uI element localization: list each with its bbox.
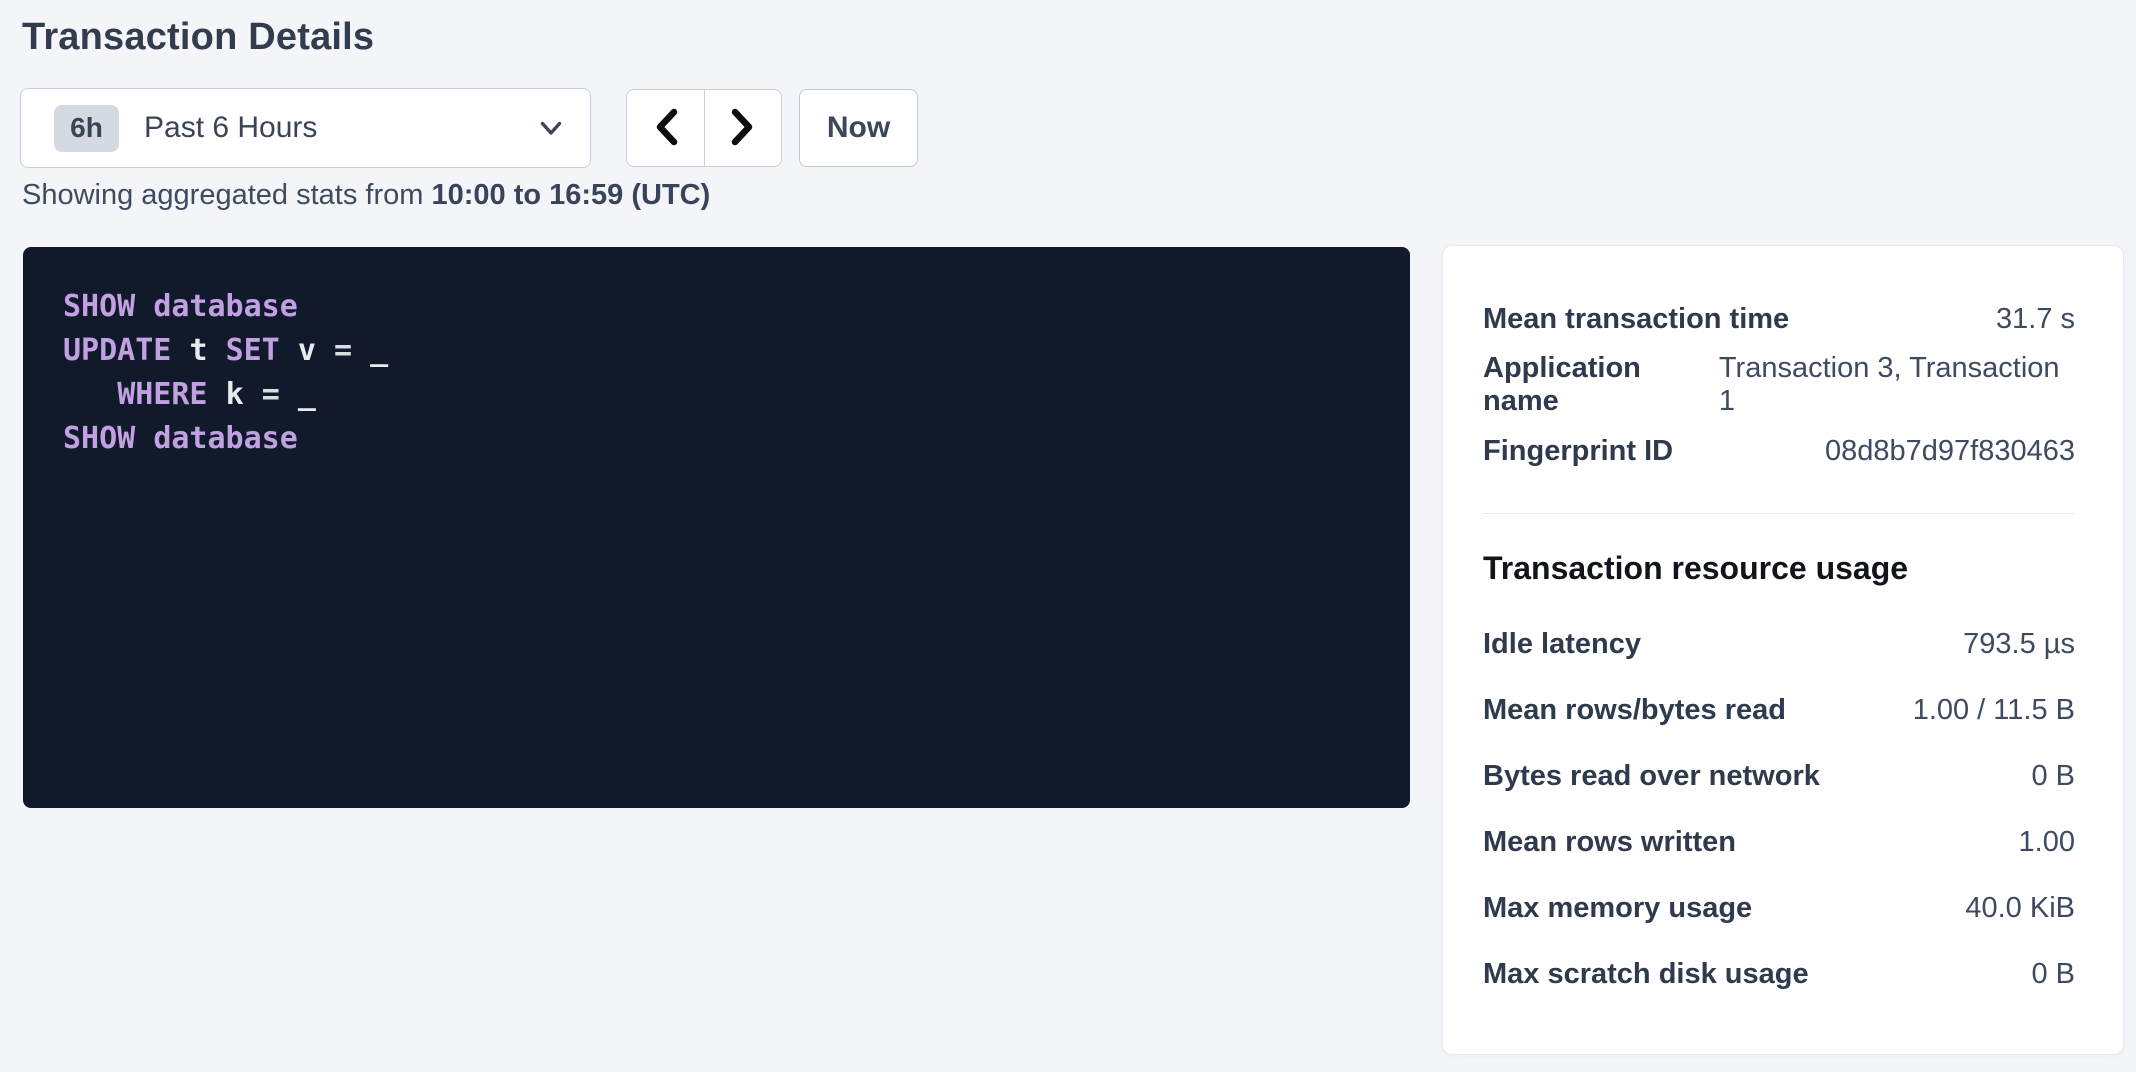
chevron-right-icon [730, 107, 756, 150]
subtitle-time-range: 10:00 to 16:59 (UTC) [431, 179, 710, 211]
sql-code-line: SHOW database [63, 285, 1380, 329]
chevron-left-icon [653, 107, 679, 150]
time-range-select[interactable]: 6h Past 6 Hours [20, 88, 591, 168]
sql-token [135, 289, 153, 324]
transaction-summary-card: Mean transaction time 31.7 s Application n… [1442, 245, 2124, 1055]
summary-row-value: 0 B [2031, 958, 2075, 991]
next-time-button[interactable] [704, 90, 781, 166]
page-title: Transaction Details [22, 16, 374, 59]
sql-token: v [298, 333, 316, 368]
summary-row-value: 08d8b7d97f830463 [1825, 435, 2075, 468]
summary-row-label: Mean rows/bytes read [1483, 694, 1786, 727]
sql-token: _ [298, 377, 316, 412]
sql-token: SHOW [63, 289, 135, 324]
summary-row-label: Application name [1483, 352, 1719, 418]
summary-row-value: 793.5 µs [1963, 628, 2075, 661]
sql-code-line: UPDATE t SET v = _ [63, 329, 1380, 373]
sql-token: UPDATE [63, 333, 171, 368]
sql-code-line: SHOW database [63, 417, 1380, 461]
chevron-down-icon [540, 121, 562, 136]
summary-row-label: Fingerprint ID [1483, 435, 1673, 468]
sql-token [280, 333, 298, 368]
summary-row-label: Mean transaction time [1483, 303, 1789, 336]
sql-token: _ [370, 333, 388, 368]
sql-token [352, 333, 370, 368]
sql-token: t [189, 333, 207, 368]
sql-statement-box: SHOW databaseUPDATE t SET v = _ WHERE k … [23, 247, 1410, 808]
card-divider [1483, 513, 2075, 514]
time-nav-group [626, 89, 782, 167]
sql-token: SHOW [63, 421, 135, 456]
summary-row: Idle latency 793.5 µs [1483, 611, 2075, 677]
sql-token: k [226, 377, 244, 412]
summary-row-label: Idle latency [1483, 628, 1641, 661]
aggregated-stats-subtitle: Showing aggregated stats from 10:00 to 1… [22, 179, 710, 212]
summary-row: Max scratch disk usage 0 B [1483, 941, 2075, 1007]
resource-usage-heading: Transaction resource usage [1483, 550, 2075, 587]
sql-code-line: WHERE k = _ [63, 373, 1380, 417]
time-range-badge: 6h [54, 105, 119, 152]
sql-token: SET [226, 333, 280, 368]
summary-row: Mean transaction time 31.7 s [1483, 286, 2075, 352]
sql-token [208, 333, 226, 368]
summary-row: Fingerprint ID 08d8b7d97f830463 [1483, 418, 2075, 484]
summary-row-label: Max memory usage [1483, 892, 1752, 925]
summary-top-rows: Mean transaction time 31.7 s Application n… [1483, 286, 2075, 484]
sql-token: database [153, 421, 298, 456]
summary-row-label: Max scratch disk usage [1483, 958, 1809, 991]
now-button[interactable]: Now [799, 89, 918, 167]
summary-row-value: 1.00 [2019, 826, 2075, 859]
summary-row-label: Mean rows written [1483, 826, 1736, 859]
sql-token: = [334, 333, 352, 368]
summary-row-value: Transaction 3, Transaction 1 [1719, 352, 2075, 418]
sql-token: = [262, 377, 280, 412]
prev-time-button[interactable] [627, 90, 704, 166]
summary-row-value: 1.00 / 11.5 B [1913, 694, 2075, 727]
summary-row: Mean rows/bytes read 1.00 / 11.5 B [1483, 677, 2075, 743]
subtitle-prefix: Showing aggregated stats from [22, 179, 431, 211]
sql-token [280, 377, 298, 412]
summary-row-value: 0 B [2031, 760, 2075, 793]
summary-row: Application nameTransaction 3, Transacti… [1483, 352, 2075, 418]
sql-token [63, 377, 117, 412]
sql-token [244, 377, 262, 412]
summary-row-label: Bytes read over network [1483, 760, 1820, 793]
sql-token [208, 377, 226, 412]
time-picker-controls: 6h Past 6 Hours Now [20, 88, 918, 168]
sql-token [171, 333, 189, 368]
summary-row-value: 31.7 s [1996, 303, 2075, 336]
summary-row: Mean rows written 1.00 [1483, 809, 2075, 875]
sql-token: database [153, 289, 298, 324]
summary-row-value: 40.0 KiB [1965, 892, 2075, 925]
summary-resource-rows: Idle latency 793.5 µs Mean rows/bytes read… [1483, 611, 2075, 1007]
summary-row: Max memory usage 40.0 KiB [1483, 875, 2075, 941]
sql-token: WHERE [117, 377, 207, 412]
summary-row: Bytes read over network 0 B [1483, 743, 2075, 809]
time-range-label: Past 6 Hours [144, 111, 317, 145]
sql-token [135, 421, 153, 456]
sql-token [316, 333, 334, 368]
